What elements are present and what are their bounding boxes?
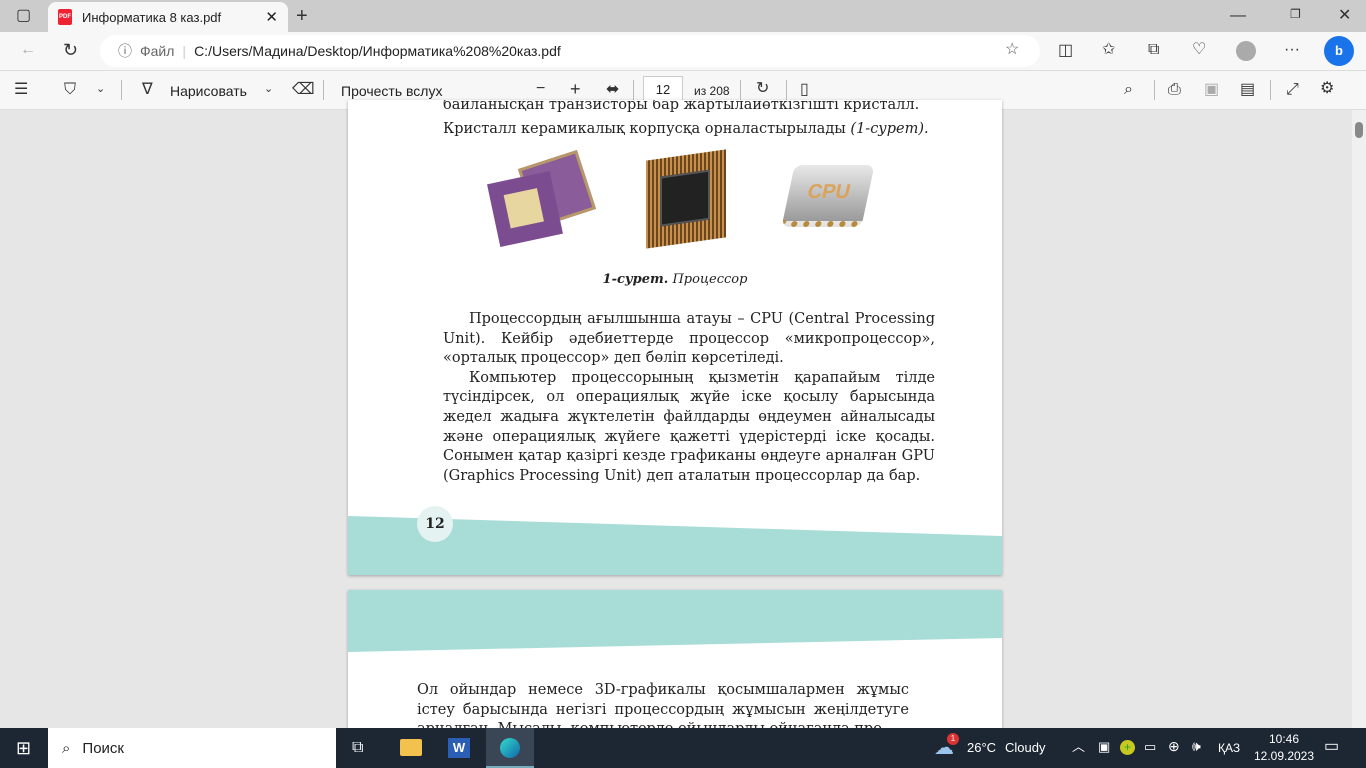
show-hidden-icons[interactable]: ︿ [1072,740,1085,753]
page-text-cut: байланысқан транзисторы бар жартылайөткі… [443,100,920,113]
address-bar[interactable]: ⓘ Файл | C:/Users/Мадина/Desktop/Информа… [100,35,1040,67]
battery-icon[interactable]: ▭ [1144,740,1156,753]
fullscreen-icon[interactable]: ⤢ [1286,82,1299,98]
network-icon[interactable]: ⊕ [1168,739,1180,753]
start-icon[interactable]: ⊞ [16,739,31,757]
tab-title: Информатика 8 каз.pdf [82,9,222,25]
edge-taskbar-button[interactable] [486,728,534,768]
more-icon[interactable]: ··· [1284,42,1300,58]
word-icon[interactable]: W [448,738,470,758]
highlight-icon[interactable]: ⛉ [64,82,76,98]
bing-chat-icon[interactable]: b [1324,36,1354,66]
tab-active[interactable]: PDF Информатика 8 каз.pdf ✕ [48,2,288,32]
page-text-top: Кристалл керамикалық корпусқа орналастыр… [443,121,929,137]
volume-icon[interactable]: 🕪 [1192,739,1201,753]
split-screen-icon[interactable]: ◫ [1058,43,1073,59]
page-body: Процессордың ағылшынша атауы – CPU (Cent… [443,311,935,484]
language-indicator[interactable]: ҚАЗ [1218,741,1240,755]
weather-badge: 1 [947,733,959,745]
search-icon: ⌕ [62,739,71,757]
eraser-icon[interactable]: ⌫ [292,82,315,98]
pdf-icon: PDF [58,9,72,25]
pdf-page-12: байланысқан транзисторы бар жартылайөткі… [348,100,1002,575]
refresh-icon[interactable]: ↻ [63,41,78,59]
favorites-icon[interactable]: ✩ [1102,42,1115,58]
restore-icon[interactable]: ❐ [1290,8,1301,20]
scrollbar[interactable] [1352,110,1366,728]
fit-width-icon[interactable]: ⬌ [606,82,619,98]
figure-caption: 1-сурет. Процессор [602,272,748,287]
cyrix-cpu-image [487,149,603,248]
browser-essentials-icon[interactable]: ♡ [1192,42,1206,58]
camera-icon[interactable]: ▣ [1098,740,1110,753]
file-explorer-icon[interactable] [400,739,422,756]
draw-dropdown-icon[interactable]: ⌄ [264,84,273,95]
pdf-page-13: Ол ойындар немесе 3D-графикалы қосымшала… [348,590,1002,730]
search-placeholder: Поиск [82,739,124,757]
close-tab-icon[interactable]: ✕ [265,8,278,26]
url-label: Файл [140,43,175,59]
print-icon[interactable]: ⎙ [1168,82,1181,98]
tab-bar: ▢ PDF Информатика 8 каз.pdf ✕ + — ❐ ✕ [0,0,1366,32]
search-icon[interactable]: ⌕ [1124,82,1133,98]
close-window-icon[interactable]: ✕ [1338,8,1351,24]
back-icon[interactable]: ← [20,42,36,58]
weather-text[interactable]: Cloudy [1005,740,1045,755]
taskbar: ⊞ ⌕ Поиск ⧉ W ☁ 1 26°C Cloudy ︿ ▣ + ▭ ⊕ 🕪… [0,728,1366,768]
notifications-icon[interactable]: ▭ [1324,739,1339,755]
search-box[interactable]: ⌕ Поиск [48,728,336,768]
task-view-icon[interactable]: ⧉ [352,740,363,756]
page-total: из 208 [694,84,730,98]
teal-header-band [348,590,1002,652]
app-tray-icon[interactable]: + [1120,740,1135,755]
zoom-out-icon[interactable]: − [536,81,545,97]
contents-icon[interactable]: ☰ [14,82,28,98]
profile-avatar[interactable] [1236,41,1256,61]
page-body: Ол ойындар немесе 3D-графикалы қосымшала… [417,682,909,730]
info-icon: ⓘ [118,43,132,59]
save-as-icon[interactable]: ▤ [1240,82,1255,98]
page-view-icon[interactable]: ▯ [800,82,809,98]
url-text[interactable]: C:/Users/Мадина/Desktop/Информатика%208%… [194,43,561,59]
draw-icon[interactable]: ∇ [142,82,153,98]
scrollbar-thumb[interactable] [1355,122,1363,138]
edge-icon [500,738,520,758]
read-aloud-button[interactable]: Прочесть вслух [341,83,442,99]
collections-icon[interactable]: ⧉ [1148,42,1159,58]
rotate-icon[interactable]: ↻ [756,81,769,97]
cpu-pins-image [646,149,726,249]
new-tab-icon[interactable]: + [296,6,308,26]
highlight-dropdown-icon[interactable]: ⌄ [96,84,105,95]
draw-button[interactable]: Нарисовать [170,83,247,99]
clock-time[interactable]: 10:46 [1254,732,1314,746]
clock-date[interactable]: 12.09.2023 [1252,749,1316,763]
weather-temp[interactable]: 26°C [967,740,996,755]
favorite-star-icon[interactable]: ☆ [1005,42,1019,58]
cpu-icon-image: CPU [773,155,883,240]
minimize-icon[interactable]: — [1230,8,1246,24]
settings-icon[interactable]: ⚙ [1320,81,1334,97]
page-number-badge: 12 [417,506,453,542]
zoom-in-icon[interactable]: + [570,80,581,98]
save-icon[interactable]: ▣ [1204,82,1219,98]
tab-actions-icon[interactable]: ▢ [16,8,31,24]
